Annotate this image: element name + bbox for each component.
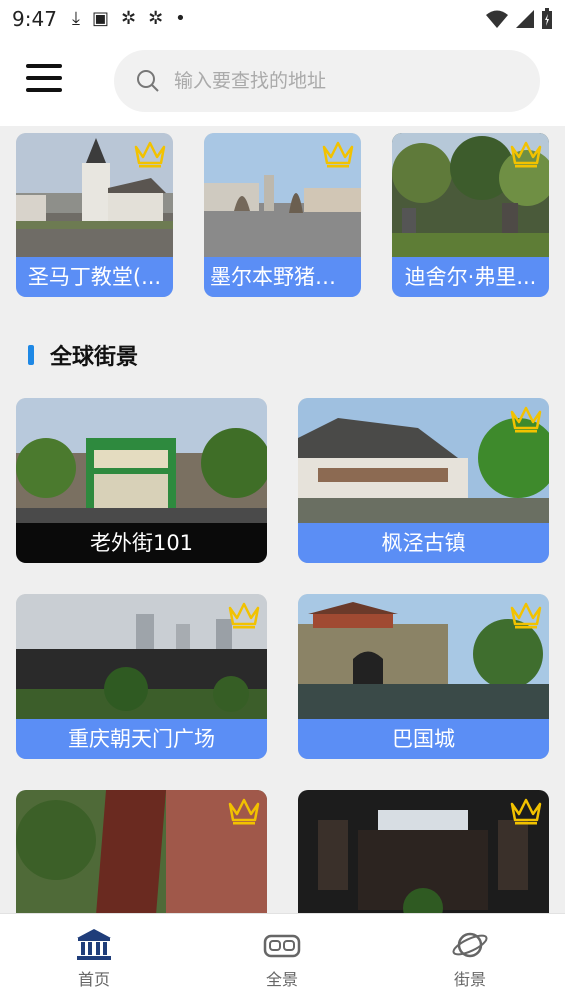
- scene-label: 重庆朝天门广场: [16, 719, 267, 759]
- search-icon: [137, 70, 159, 92]
- scene-label: 墨尔本野猪广...: [204, 257, 361, 297]
- crown-icon: [228, 798, 260, 825]
- tab-label: 街景: [453, 970, 486, 989]
- scene-card[interactable]: 圣马丁教堂(...: [16, 133, 173, 297]
- scene-label: 枫泾古镇: [298, 523, 549, 563]
- crown-icon: [510, 141, 542, 168]
- scene-card[interactable]: 迪舍尔·弗里...: [392, 133, 549, 297]
- status-system-icons: [485, 8, 553, 30]
- tab-label: 首页: [77, 970, 110, 989]
- download-icon: ⤓: [72, 8, 80, 29]
- signal-icon: [516, 10, 534, 28]
- search-bar[interactable]: [114, 50, 540, 112]
- scene-label: 圣马丁教堂(...: [16, 257, 173, 297]
- crown-icon: [510, 602, 542, 629]
- scene-label: 迪舍尔·弗里...: [392, 257, 549, 297]
- menu-line: [26, 76, 62, 80]
- bank-icon: [77, 929, 111, 960]
- section-title: 全球街景: [50, 345, 139, 370]
- scene-card[interactable]: 巴国城: [298, 594, 549, 759]
- scene-photo: [16, 398, 267, 523]
- scene-label: 老外街101: [16, 523, 267, 563]
- crown-icon: [322, 141, 354, 168]
- dot-icon: •: [175, 8, 186, 29]
- bug-icon: ✲: [148, 8, 164, 29]
- tab-panorama[interactable]: 全景: [222, 928, 342, 990]
- status-bar: 9:47 ⤓ ▣ ✲ ✲ •: [0, 0, 565, 40]
- crown-icon: [134, 141, 166, 168]
- scene-card[interactable]: 重庆朝天门广场: [16, 594, 267, 759]
- planet-icon: [452, 932, 488, 958]
- bug-icon: ✲: [120, 8, 137, 29]
- crown-icon: [510, 406, 542, 433]
- menu-line: [26, 88, 62, 92]
- menu-button[interactable]: [26, 64, 62, 98]
- bottom-tab-bar: 首页 全景 街景: [0, 913, 565, 1005]
- section-header: 全球街景: [28, 340, 138, 370]
- status-time: 9:47: [12, 7, 57, 31]
- section-accent-bar: [28, 345, 34, 365]
- scene-card[interactable]: 墨尔本野猪广...: [204, 133, 361, 297]
- tab-home[interactable]: 首页: [34, 928, 154, 990]
- menu-line: [26, 64, 62, 68]
- app-header: [0, 40, 565, 126]
- search-input[interactable]: [172, 69, 516, 93]
- tab-label: 全景: [265, 970, 298, 989]
- scene-card[interactable]: 枫泾古镇: [298, 398, 549, 563]
- crown-icon: [228, 602, 260, 629]
- tab-streetview[interactable]: 街景: [410, 928, 530, 990]
- scene-card[interactable]: 老外街101: [16, 398, 267, 563]
- status-notification-icons: ⤓ ▣ ✲ ✲ •: [72, 8, 186, 29]
- crown-icon: [510, 798, 542, 825]
- vr-headset-icon: [263, 934, 301, 958]
- scene-label: 巴国城: [298, 719, 549, 759]
- font-icon: ▣: [91, 8, 109, 29]
- battery-icon: [542, 8, 552, 29]
- wifi-icon: [486, 10, 508, 28]
